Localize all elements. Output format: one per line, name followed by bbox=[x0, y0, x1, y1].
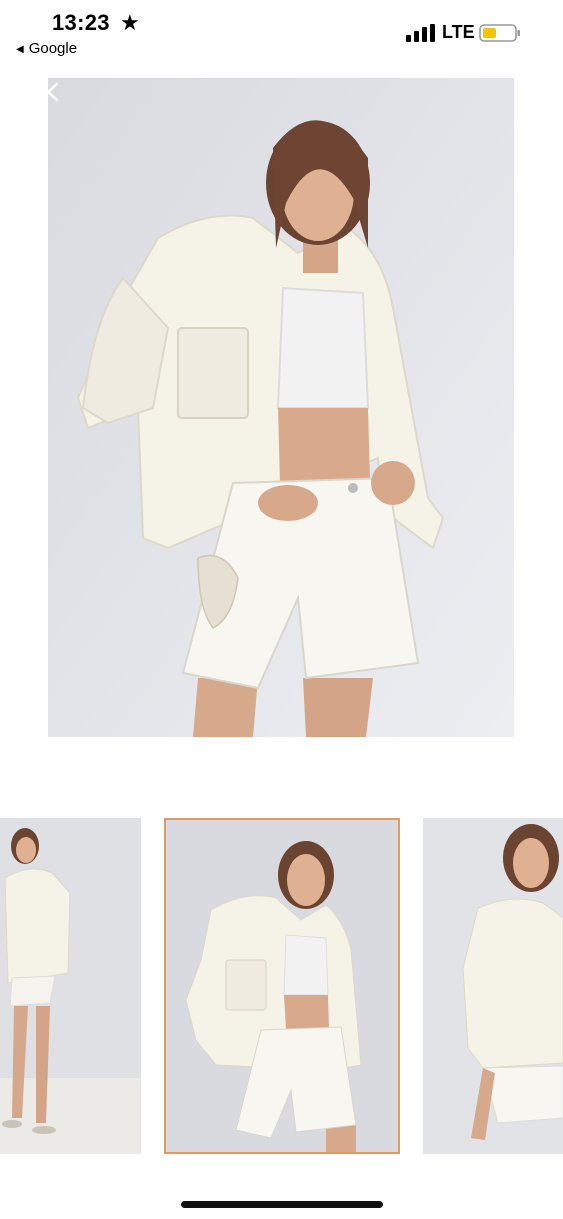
home-indicator[interactable] bbox=[181, 1201, 383, 1208]
thumbnail-2-selected[interactable] bbox=[164, 818, 400, 1154]
status-time: 13:23 bbox=[52, 10, 110, 35]
thumbnail-1[interactable] bbox=[0, 818, 141, 1154]
star-icon: ★ bbox=[120, 10, 140, 35]
main-product-image[interactable] bbox=[48, 78, 514, 737]
chevron-left-icon[interactable] bbox=[44, 82, 62, 102]
battery-icon bbox=[479, 24, 520, 42]
status-bar: 13:23 ★ ◀ Google LTE bbox=[0, 0, 563, 70]
back-app-label: Google bbox=[28, 40, 78, 57]
thumbnail-3[interactable] bbox=[423, 818, 563, 1154]
back-to-app-link[interactable]: ◀ Google bbox=[16, 40, 77, 57]
network-type: LTE bbox=[442, 22, 475, 42]
signal-icon bbox=[406, 24, 435, 42]
back-triangle-icon: ◀ bbox=[16, 44, 24, 55]
